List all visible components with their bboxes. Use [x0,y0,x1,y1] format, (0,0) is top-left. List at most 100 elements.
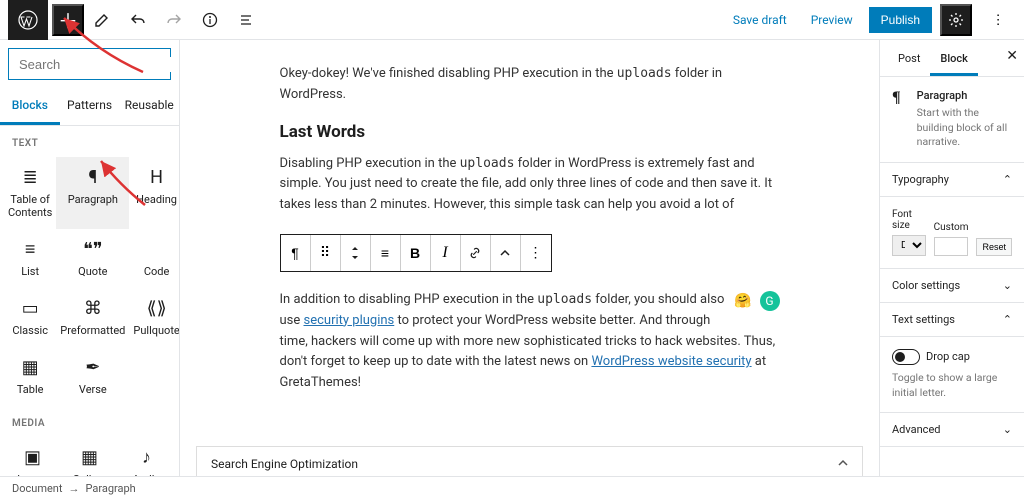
block-image-icon: ▣ [24,447,41,467]
block-label: Classic [12,324,48,337]
link-button[interactable] [461,235,491,271]
block-label: Quote [78,265,107,278]
link-wp-security[interactable]: WordPress website security [591,354,751,369]
block-more-button[interactable]: ⋮ [521,235,551,271]
block-type-title: Paragraph [917,89,1012,102]
more-options-button[interactable]: ⋮ [980,2,1016,38]
font-size-label: Font size [892,209,926,231]
heading-last-words[interactable]: Last Words [280,122,780,142]
block-label: Table of Contents [8,193,52,219]
redo-button[interactable] [156,2,192,38]
chevron-down-icon: ⌄ [1003,423,1012,436]
block-table[interactable]: ▦Table [4,347,56,406]
chevron-down-icon: ⌄ [1003,279,1012,292]
list-view-button[interactable] [228,2,264,38]
block-type-desc: Start with the building block of all nar… [917,106,1012,150]
reset-button[interactable]: Reset [976,238,1012,256]
custom-size-input[interactable] [934,237,969,256]
category-text: TEXT [0,126,179,157]
move-arrows-icon[interactable] [341,235,371,271]
add-block-button[interactable]: ＋ [52,4,84,36]
block-inserter: Blocks Patterns Reusable TEXT ≣Table of … [0,40,180,476]
seo-title: Search Engine Optimization [211,457,358,471]
block-paragraph-icon: ¶ [88,167,97,187]
text-settings-section[interactable]: Text settings⌃ [880,303,1024,337]
block-classic[interactable]: ▭ Classic [4,288,56,347]
drag-handle-icon[interactable]: ⠿ [311,235,341,271]
settings-button[interactable] [940,4,972,36]
tab-reusable[interactable]: Reusable [119,88,179,125]
search-field[interactable] [19,57,180,72]
bold-button[interactable]: B [401,235,431,271]
block-code[interactable]: Code [129,229,180,288]
publish-button[interactable]: Publish [869,7,932,33]
breadcrumb-root[interactable]: Document [12,482,62,495]
block-label: List [21,265,39,278]
tab-blocks[interactable]: Blocks [0,88,60,125]
font-size-select[interactable]: Default [892,235,926,256]
block-label: Paragraph [68,193,118,206]
block-label: Code [144,265,169,278]
chevron-up-icon: ⌃ [1003,173,1012,186]
block-label: Pullquote [133,324,179,337]
category-media: MEDIA [0,406,179,437]
undo-button[interactable] [120,2,156,38]
emoji-hug-icon: 🤗 [734,290,754,310]
paragraph[interactable]: 🤗 G In addition to disabling PHP executi… [280,290,780,394]
block-verse[interactable]: ✒Verse [56,347,129,406]
block-label: Verse [79,383,107,396]
block-image[interactable]: ▣ Image [4,437,61,476]
block-pullquote[interactable]: ⟪⟫Pullquote [129,288,180,347]
more-rich-text-button[interactable] [491,235,521,271]
block-label: Audio [132,473,160,476]
typography-section[interactable]: Typography⌃ [880,163,1024,197]
block-gallery[interactable]: ▦ Gallery [61,437,118,476]
block-list[interactable]: ≡ List [4,229,56,288]
wp-logo[interactable] [8,0,48,40]
link-security-plugins[interactable]: security plugins [304,313,395,328]
paragraph-icon: ¶ [892,89,901,150]
drop-cap-toggle[interactable] [892,349,920,365]
custom-label: Custom [934,222,969,233]
block-list-icon: ≡ [25,239,36,259]
align-button[interactable]: ≡ [371,235,401,271]
block-label: Preformatted [60,324,125,337]
block-label: Heading [136,193,177,206]
info-button[interactable] [192,2,228,38]
block-audio-icon: ♪ [142,447,151,467]
block-classic-icon: ▭ [22,298,39,318]
drop-cap-hint: Toggle to show a large initial letter. [892,371,1012,400]
paragraph[interactable]: Disabling PHP execution in the uploads f… [280,154,780,216]
grammarly-icon: G [760,291,780,311]
block-label: Gallery [73,473,107,476]
block-heading[interactable]: H Heading [129,157,180,229]
preview-link[interactable]: Preview [803,9,861,31]
tab-patterns[interactable]: Patterns [60,88,120,125]
paragraph[interactable]: Okey-dokey! We've finished disabling PHP… [280,64,780,106]
block-paragraph[interactable]: ¶ Paragraph [56,157,129,229]
block-gallery-icon: ▦ [81,447,98,467]
editor-canvas[interactable]: Okey-dokey! We've finished disabling PHP… [180,40,879,476]
block-heading-icon: H [150,167,163,187]
save-draft-link[interactable]: Save draft [725,9,795,31]
block-type-icon[interactable]: ¶ [281,235,311,271]
block-audio[interactable]: ♪ Audio [118,437,175,476]
color-section[interactable]: Color settings⌄ [880,269,1024,303]
tab-post[interactable]: Post [888,44,930,76]
block-quote[interactable]: ❝❞Quote [56,229,129,288]
seo-panel: Search Engine Optimization Meta title Ch… [196,446,863,476]
tab-block[interactable]: Block [930,44,977,76]
italic-button[interactable]: I [431,235,461,271]
chevron-up-icon: ⌃ [1003,313,1012,326]
edit-icon[interactable] [84,2,120,38]
collapse-icon[interactable] [838,457,848,471]
advanced-section[interactable]: Advanced⌄ [880,413,1024,447]
drop-cap-label: Drop cap [926,350,970,363]
breadcrumb: Document → Paragraph [0,476,1024,500]
breadcrumb-current[interactable]: Paragraph [85,482,135,495]
search-input[interactable] [8,48,171,80]
close-sidebar-icon[interactable]: ✕ [1006,48,1018,64]
block-preformatted[interactable]: ⌘Preformatted [56,288,129,347]
block-label: Image [17,473,48,476]
block-toc[interactable]: ≣Table of Contents [4,157,56,229]
